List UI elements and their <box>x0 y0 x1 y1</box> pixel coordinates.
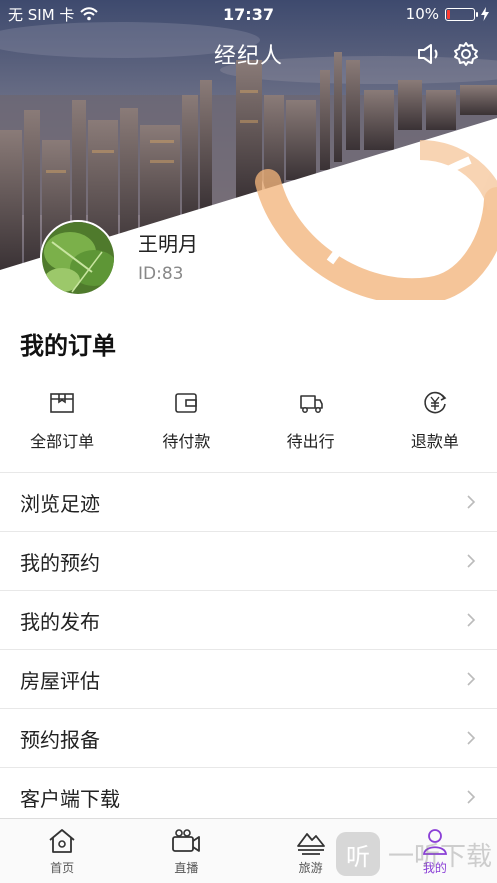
mountain-icon <box>296 833 325 855</box>
settings-menu-list: 浏览足迹 我的预约 我的发布 房屋评估 预约报备 客户端下载 <box>0 472 497 827</box>
wallet-icon <box>175 393 198 413</box>
box-icon <box>50 393 74 413</box>
watermark-text: 一听下载 <box>388 841 493 872</box>
tab-label: 旅游 <box>298 861 323 875</box>
orders-section-title: 我的订单 <box>20 332 116 360</box>
tab-home[interactable]: 首页 <box>0 819 124 883</box>
order-label: 待出行 <box>286 432 335 451</box>
watermark: 听 一听下载 <box>336 832 492 876</box>
menu-item-my-appointments[interactable]: 我的预约 <box>0 532 497 591</box>
orders-row: 全部订单 待付款 待出行 退款单 <box>0 388 497 452</box>
speaker-icon[interactable] <box>414 40 442 68</box>
chevron-right-icon <box>467 731 476 745</box>
menu-item-label: 房屋评估 <box>20 668 100 693</box>
chevron-right-icon <box>467 554 476 568</box>
tab-live[interactable]: 直播 <box>124 819 248 883</box>
video-camera-icon <box>172 829 201 852</box>
order-label: 待付款 <box>162 432 211 451</box>
carrier-text: 无 SIM 卡 <box>8 5 75 24</box>
menu-item-label: 我的预约 <box>20 550 100 575</box>
menu-item-label: 我的发布 <box>20 609 100 634</box>
order-label: 全部订单 <box>30 432 95 451</box>
order-refund-button[interactable]: 退款单 <box>373 388 497 452</box>
home-icon <box>49 829 75 853</box>
menu-item-label: 客户端下载 <box>20 786 120 811</box>
battery-level <box>447 9 450 19</box>
watermark-logo: 听 <box>336 832 380 876</box>
yuan-refund-icon <box>424 391 447 414</box>
order-all-button[interactable]: 全部订单 <box>0 388 124 452</box>
menu-item-label: 浏览足迹 <box>20 491 100 516</box>
truck-icon <box>299 395 323 413</box>
menu-item-appointment-report[interactable]: 预约报备 <box>0 709 497 768</box>
chevron-right-icon <box>467 495 476 509</box>
status-left: 无 SIM 卡 <box>8 4 99 25</box>
status-bar: 无 SIM 卡 17:37 10% <box>0 0 497 28</box>
gear-icon[interactable] <box>452 40 480 68</box>
menu-item-house-valuation[interactable]: 房屋评估 <box>0 650 497 709</box>
order-pending-trip-button[interactable]: 待出行 <box>249 388 373 452</box>
order-label: 退款单 <box>410 432 459 451</box>
wifi-icon <box>80 7 99 21</box>
chevron-right-icon <box>467 613 476 627</box>
tab-label: 直播 <box>174 861 199 875</box>
order-pending-payment-button[interactable]: 待付款 <box>124 388 248 452</box>
battery-icon <box>445 7 478 21</box>
battery-percent: 10% <box>405 5 439 23</box>
charging-icon <box>481 7 489 21</box>
user-name: 王明月 <box>138 232 198 256</box>
menu-item-my-posts[interactable]: 我的发布 <box>0 591 497 650</box>
user-id: ID:83 <box>138 264 184 284</box>
menu-item-label: 预约报备 <box>20 727 100 752</box>
chevron-right-icon <box>467 672 476 686</box>
tab-label: 首页 <box>50 861 75 875</box>
avatar[interactable] <box>40 220 116 296</box>
status-right: 10% <box>406 5 489 23</box>
chevron-right-icon <box>467 790 476 804</box>
menu-item-browse-history[interactable]: 浏览足迹 <box>0 473 497 532</box>
